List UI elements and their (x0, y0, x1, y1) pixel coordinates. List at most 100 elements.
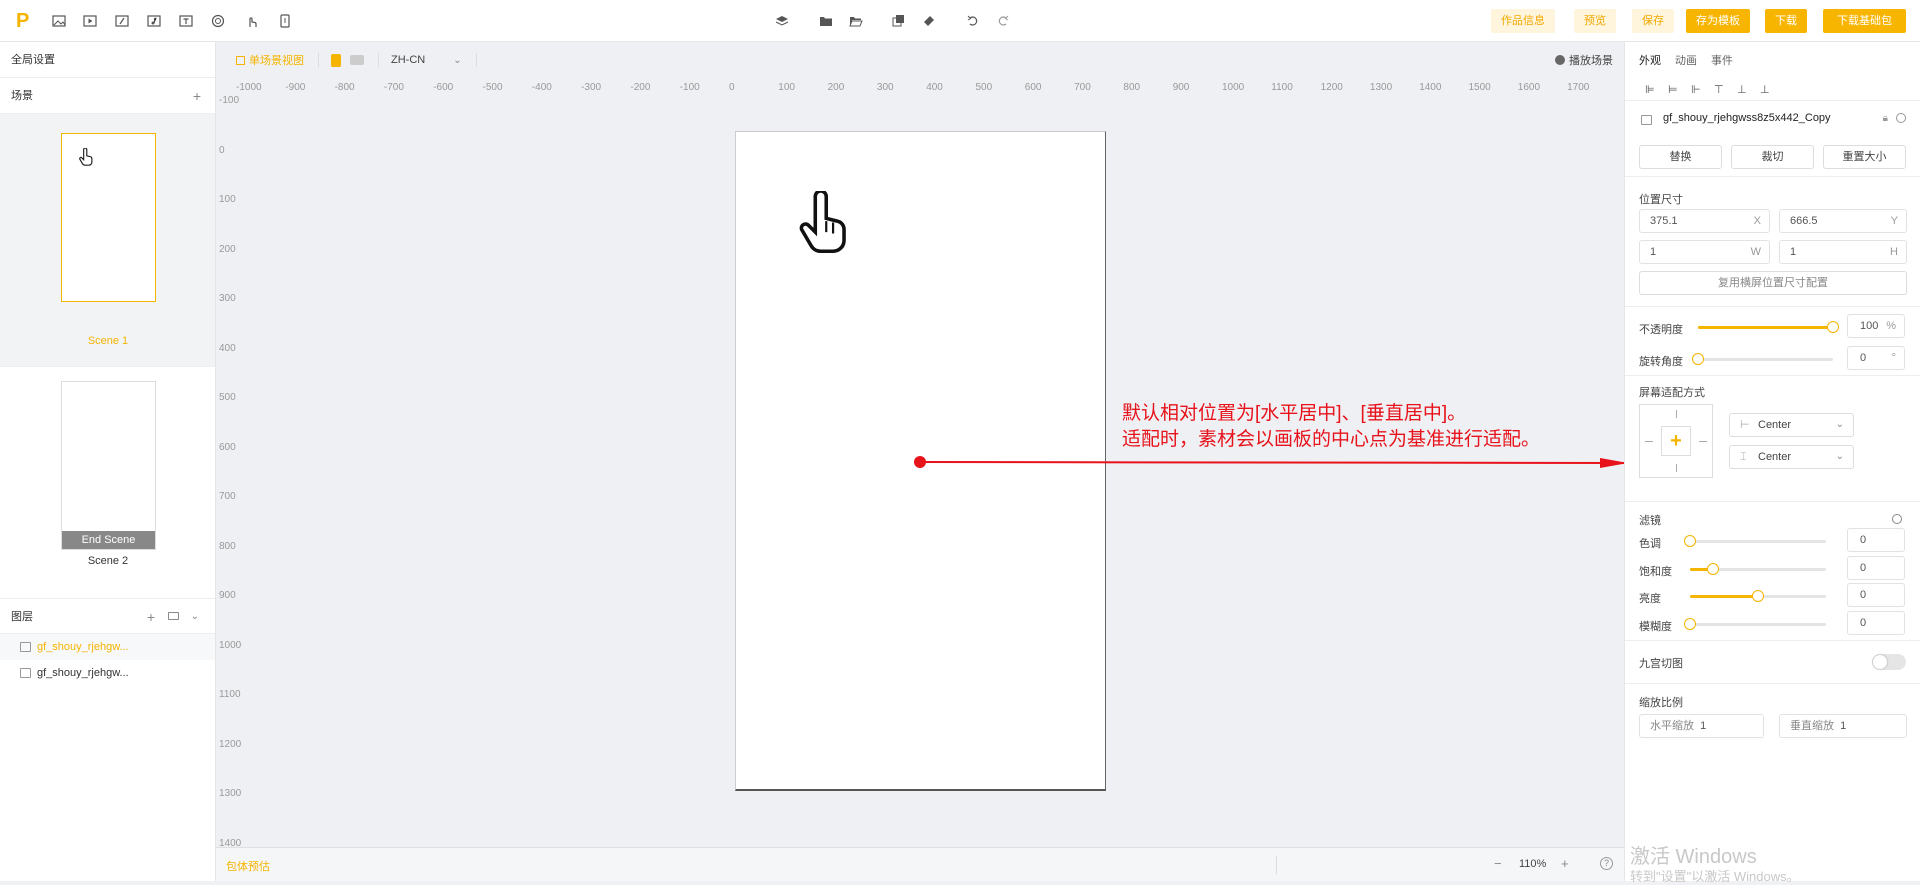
opacity-slider[interactable] (1698, 321, 1839, 333)
scene-2-thumbnail[interactable]: End Scene (61, 381, 156, 550)
tab-animation[interactable]: 动画 (1675, 52, 1697, 68)
width-input[interactable]: 1W (1639, 240, 1770, 264)
anchor-bottom-icon[interactable] (1676, 464, 1677, 472)
preview-button[interactable]: 预览 (1574, 9, 1616, 33)
anchor-right-icon[interactable] (1699, 441, 1707, 442)
device-tool-icon[interactable] (277, 13, 293, 29)
filter-value-input[interactable]: 0 (1847, 555, 1905, 580)
crop-button[interactable]: 裁切 (1731, 145, 1814, 169)
chevron-down-icon[interactable]: ⌄ (453, 55, 461, 66)
anchor-top-icon[interactable] (1676, 410, 1677, 418)
single-scene-view-toggle[interactable]: 单场景视图 (249, 52, 304, 68)
text-tool-icon[interactable] (178, 13, 194, 29)
chevron-down-icon[interactable]: ⌄ (191, 599, 199, 635)
nine-slice-toggle[interactable] (1872, 654, 1906, 670)
pointer-hand-graphic[interactable] (796, 191, 851, 254)
copy-icon[interactable] (891, 13, 907, 29)
canvas-area[interactable]: 单场景视图 ZH-CN ⌄ 播放场景 -1000 -900 -800 -700 -600… (216, 42, 1624, 881)
visibility-icon[interactable] (1896, 113, 1906, 123)
save-template-button[interactable]: 存为模板 (1686, 9, 1750, 33)
filter-slider[interactable] (1684, 535, 1826, 547)
play-scene-button[interactable]: 播放场景 (1555, 52, 1613, 68)
horizontal-adapt-select[interactable]: ⊢ Center ⌄ (1729, 413, 1854, 437)
reset-filter-icon[interactable] (1892, 514, 1902, 524)
filter-slider[interactable] (1684, 617, 1826, 630)
x-input[interactable]: 375.1 X (1639, 209, 1770, 233)
y-input[interactable]: 666.5 Y (1779, 209, 1907, 233)
download-button[interactable]: 下载 (1765, 9, 1807, 33)
filter-slider-knob[interactable] (1707, 562, 1720, 575)
filter-value-input[interactable]: 0 (1847, 528, 1905, 552)
video-tool-icon[interactable] (82, 13, 98, 29)
opacity-input[interactable]: 100% (1847, 314, 1905, 338)
image-icon (1641, 115, 1652, 125)
artboard[interactable] (735, 131, 1106, 791)
folder-add-icon[interactable] (168, 612, 179, 620)
layers-icon[interactable] (774, 13, 790, 29)
lock-icon[interactable]: 🔒︎ (1883, 113, 1888, 124)
filter-slider-knob[interactable] (1684, 535, 1696, 547)
image-tool-icon[interactable] (51, 13, 67, 29)
zoom-out-button[interactable]: − (1494, 856, 1502, 871)
opacity-slider-knob[interactable] (1827, 321, 1839, 333)
filter-slider[interactable] (1690, 562, 1826, 575)
filter-slider-knob[interactable] (1752, 590, 1764, 602)
portrait-mode-icon[interactable] (331, 53, 341, 67)
language-select[interactable]: ZH-CN (391, 54, 425, 66)
filter-slider[interactable] (1690, 590, 1826, 602)
scene-1-thumbnail[interactable] (61, 133, 156, 302)
zoom-in-button[interactable]: + (1561, 856, 1569, 871)
layer-item[interactable]: gf_shouy_rjehgw... (0, 634, 215, 660)
work-info-button[interactable]: 作品信息 (1491, 9, 1555, 33)
scene-2-item[interactable]: End Scene Scene 2 (0, 367, 215, 598)
folder-icon[interactable] (818, 13, 834, 29)
target-tool-icon[interactable] (210, 13, 226, 29)
add-scene-icon[interactable]: + (193, 78, 201, 114)
filter-slider-knob[interactable] (1684, 617, 1696, 630)
scene-1-selected[interactable]: Scene 1 (0, 114, 215, 367)
help-icon[interactable]: ? (1600, 857, 1613, 870)
anchor-left-icon[interactable] (1645, 441, 1653, 442)
add-layer-icon[interactable]: + (147, 599, 155, 635)
filter-value-input[interactable]: 0 (1847, 610, 1905, 635)
anchor-grid[interactable]: + (1639, 404, 1713, 478)
redo-icon[interactable] (995, 13, 1011, 29)
landscape-mode-icon[interactable] (350, 55, 364, 65)
ruler-tick-label: 800 (219, 540, 236, 552)
gesture-tool-icon[interactable] (244, 13, 260, 29)
audio-tool-icon[interactable] (146, 13, 162, 29)
align-middle-v-icon[interactable]: ⊥ (1737, 83, 1747, 96)
divider (475, 53, 477, 67)
align-center-h-icon[interactable]: ⊨ (1668, 83, 1678, 96)
rotation-input[interactable]: 0 ° (1847, 346, 1905, 370)
scale-title: 缩放比例 (1639, 697, 1683, 709)
replace-button[interactable]: 替换 (1639, 145, 1722, 169)
undo-icon[interactable] (965, 13, 981, 29)
layer-item[interactable]: gf_shouy_rjehgw... (0, 660, 215, 686)
edit-tool-icon[interactable] (114, 13, 130, 29)
scale-h-input[interactable]: 水平缩放 1 (1639, 714, 1764, 738)
filter-value-input[interactable]: 0 (1847, 583, 1905, 607)
reset-size-button[interactable]: 重置大小 (1823, 145, 1906, 169)
paint-icon[interactable] (921, 13, 937, 29)
download-base-button[interactable]: 下载基础包 (1823, 9, 1906, 33)
global-settings[interactable]: 全局设置 (0, 42, 215, 78)
tab-appearance[interactable]: 外观 (1639, 52, 1661, 68)
anchor-center-icon[interactable]: + (1661, 426, 1691, 456)
vertical-adapt-select[interactable]: ⌶ Center ⌄ (1729, 445, 1854, 469)
align-right-icon[interactable]: ⊩ (1691, 83, 1701, 96)
tab-events[interactable]: 事件 (1711, 52, 1733, 68)
save-button[interactable]: 保存 (1632, 9, 1674, 33)
folder-open-icon[interactable] (848, 13, 864, 29)
filter-value: 0 (1860, 561, 1867, 574)
position-size-title: 位置尺寸 (1639, 194, 1683, 206)
rotation-slider[interactable] (1692, 353, 1833, 365)
align-left-icon[interactable]: ⊫ (1645, 83, 1655, 96)
align-bottom-icon[interactable]: ⊥ (1760, 83, 1770, 96)
height-input[interactable]: 1H (1779, 240, 1907, 264)
align-top-icon[interactable]: ⊤ (1714, 83, 1724, 96)
rotation-slider-knob[interactable] (1692, 353, 1704, 365)
reuse-landscape-button[interactable]: 复用横屏位置尺寸配置 (1639, 271, 1907, 295)
package-estimate-link[interactable]: 包体预估 (226, 858, 270, 874)
scale-v-input[interactable]: 垂直缩放 1 (1779, 714, 1907, 738)
